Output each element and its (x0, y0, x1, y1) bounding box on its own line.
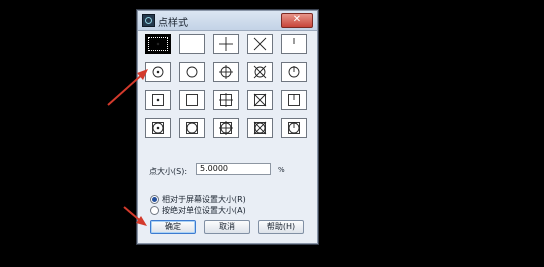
point-style-plus[interactable] (213, 34, 239, 54)
absolute-size-label: 按绝对单位设置大小(A) (162, 206, 246, 215)
point-style-circle-dot[interactable] (145, 62, 171, 82)
absolute-size-radio[interactable] (150, 206, 159, 215)
point-size-input[interactable]: 5.0000 (196, 163, 271, 175)
point-style-none[interactable] (179, 34, 205, 54)
point-style-square-x[interactable] (247, 90, 273, 110)
cancel-button[interactable]: 取消 (204, 220, 250, 234)
point-style-x[interactable] (247, 34, 273, 54)
relative-size-label: 相对于屏幕设置大小(R) (162, 195, 246, 204)
point-style-sqcircle[interactable] (179, 118, 205, 138)
point-style-circle-tick[interactable] (281, 62, 307, 82)
point-style-sqcircle-dot[interactable] (145, 118, 171, 138)
point-style-grid (145, 34, 310, 142)
point-style-square[interactable] (179, 90, 205, 110)
point-style-circle-plus[interactable] (213, 62, 239, 82)
close-button[interactable]: ✕ (281, 13, 313, 28)
point-size-label: 点大小(S): (149, 167, 188, 176)
point-style-square-dot[interactable] (145, 90, 171, 110)
help-button[interactable]: 帮助(H) (258, 220, 304, 234)
point-style-tick[interactable] (281, 34, 307, 54)
point-style-square-tick[interactable] (281, 90, 307, 110)
point-style-square-plus[interactable] (213, 90, 239, 110)
app-icon (142, 14, 155, 27)
point-style-sqcircle-tick[interactable] (281, 118, 307, 138)
relative-size-radio[interactable] (150, 195, 159, 204)
dialog-title: 点样式 (158, 18, 188, 29)
relative-size-option[interactable]: 相对于屏幕设置大小(R) (150, 194, 246, 205)
point-style-circle[interactable] (179, 62, 205, 82)
absolute-size-option[interactable]: 按绝对单位设置大小(A) (150, 205, 246, 216)
point-style-dot-selected[interactable] (145, 34, 171, 54)
point-style-dialog: 点样式 ✕ 点大小(S): 5.0000 % 相对于屏幕设置大小(R) 按绝对单… (137, 10, 318, 244)
point-size-unit: % (278, 166, 285, 174)
title-bar: 点样式 ✕ (138, 11, 317, 31)
point-style-sqcircle-x[interactable] (247, 118, 273, 138)
point-style-circle-x[interactable] (247, 62, 273, 82)
point-style-sqcircle-plus[interactable] (213, 118, 239, 138)
ok-button[interactable]: 确定 (150, 220, 196, 234)
